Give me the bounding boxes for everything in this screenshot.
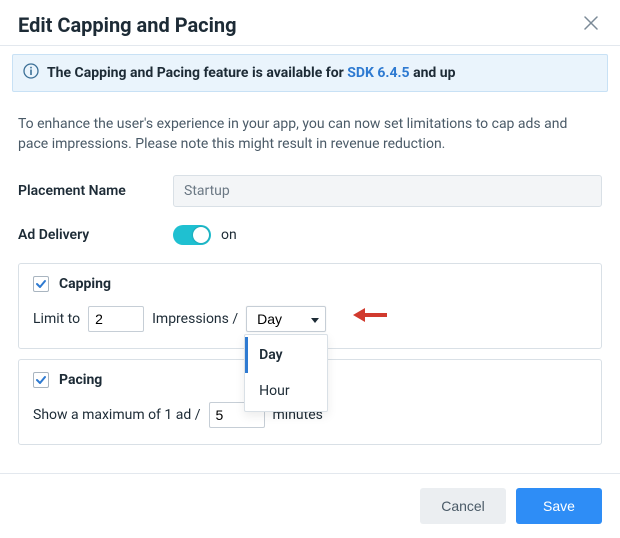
pacing-checkbox[interactable] <box>33 372 49 388</box>
impressions-label: Impressions / <box>152 311 238 327</box>
callout-arrow-icon <box>353 306 387 324</box>
close-icon <box>584 16 598 30</box>
ad-delivery-toggle[interactable] <box>173 225 211 245</box>
ad-delivery-label: Ad Delivery <box>18 227 173 243</box>
cancel-button[interactable]: Cancel <box>420 488 506 524</box>
checkmark-icon <box>35 278 47 290</box>
sdk-link[interactable]: SDK 6.4.5 <box>347 65 409 81</box>
dialog-title: Edit Capping and Pacing <box>18 13 237 37</box>
capping-panel: Capping Limit to Impressions / Day Day H… <box>18 263 602 349</box>
unit-option-hour[interactable]: Hour <box>245 373 327 409</box>
capping-checkbox[interactable] <box>33 276 49 292</box>
description-text: To enhance the user's experience in your… <box>18 114 578 155</box>
capping-unit-select[interactable]: Day <box>246 306 326 332</box>
limit-to-label: Limit to <box>33 311 80 327</box>
capping-unit-selected: Day <box>257 311 282 327</box>
placement-label: Placement Name <box>18 183 173 199</box>
info-banner: The Capping and Pacing feature is availa… <box>12 54 608 92</box>
banner-text: The Capping and Pacing feature is availa… <box>47 65 456 81</box>
dialog-header: Edit Capping and Pacing <box>0 0 620 46</box>
capping-controls: Limit to Impressions / Day Day Hour <box>33 306 587 332</box>
info-icon <box>23 63 39 83</box>
capping-title: Capping <box>59 276 111 292</box>
placement-row: Placement Name Startup <box>18 175 602 207</box>
toggle-knob <box>193 227 209 243</box>
ad-delivery-state: on <box>221 227 237 243</box>
checkmark-icon <box>35 374 47 386</box>
unit-option-day[interactable]: Day <box>245 337 327 373</box>
ad-delivery-row: Ad Delivery on <box>18 225 602 245</box>
capping-unit-dropdown: Day Hour <box>244 334 328 412</box>
dialog-footer: Cancel Save <box>0 473 620 538</box>
close-button[interactable] <box>580 12 602 37</box>
placement-name-input: Startup <box>173 175 602 207</box>
caret-down-icon <box>311 311 319 327</box>
pacing-prefix: Show a maximum of 1 ad / <box>33 407 201 423</box>
pacing-title: Pacing <box>59 372 102 388</box>
capping-value-input[interactable] <box>88 306 144 332</box>
save-button[interactable]: Save <box>516 488 602 524</box>
